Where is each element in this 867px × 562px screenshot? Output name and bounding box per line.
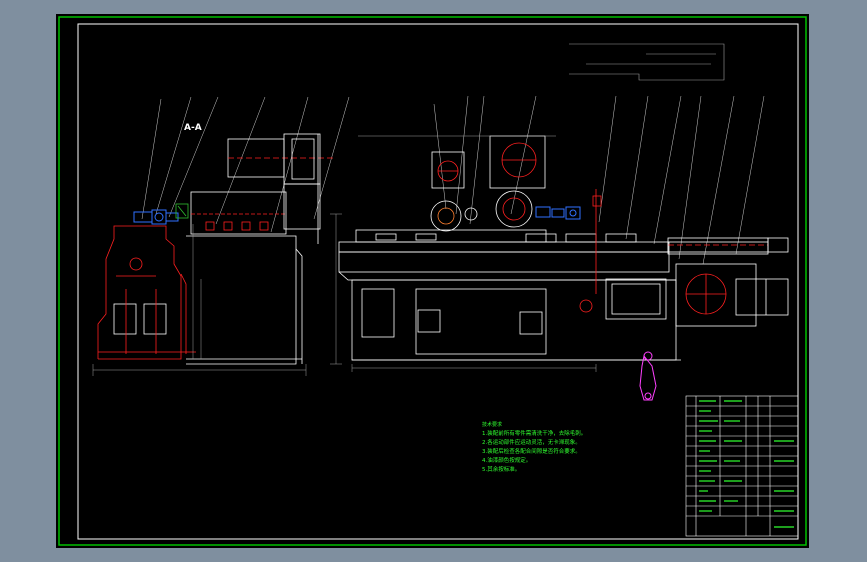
gearbox-right xyxy=(675,263,757,327)
assembly-drawing: A-A 技术要求 1.装配前所有零件需清洗干净，去除毛刺。 2.各运动部件应运动… xyxy=(58,16,807,546)
control-panel xyxy=(605,278,667,320)
right-leader-lines xyxy=(433,95,765,265)
column-base xyxy=(97,225,196,360)
note-title: 技术要求 xyxy=(482,421,502,428)
motor-gearbox xyxy=(283,133,321,185)
note-line-3: 3.装配后检查各配合间隙是否符合要求。 xyxy=(482,447,581,455)
pedestal xyxy=(186,235,297,365)
right-feed-unit xyxy=(535,206,581,220)
headstock-housing xyxy=(190,191,287,235)
handwheel xyxy=(639,351,657,401)
note-line-4: 4.油漆颜色按规定。 xyxy=(482,456,531,464)
wheelhead-right xyxy=(489,135,546,189)
machine-bed xyxy=(338,251,670,273)
note-line-5: 5.其余按标准。 xyxy=(482,465,520,473)
feed-unit xyxy=(133,209,179,225)
gear-right xyxy=(495,190,533,228)
section-view-a-a xyxy=(92,96,350,376)
note-line-1: 1.装配前所有零件需清洗干净，去除毛刺。 xyxy=(482,429,586,437)
housing-bolts xyxy=(205,221,269,231)
work-table xyxy=(338,241,670,253)
technical-notes: 技术要求 1.装配前所有零件需清洗干净，去除毛刺。 2.各运动部件应运动灵活，无… xyxy=(482,421,586,473)
feed-motor xyxy=(735,278,789,316)
left-dimensions xyxy=(92,224,307,376)
cad-viewport[interactable]: A-A 技术要求 1.装配前所有零件需清洗干净，去除毛刺。 2.各运动部件应运动… xyxy=(56,14,809,548)
section-label: A-A xyxy=(184,123,202,133)
gear-left xyxy=(430,200,462,232)
title-block xyxy=(685,395,799,537)
note-line-2: 2.各运动部件应运动灵活，无卡滞现象。 xyxy=(482,438,581,446)
front-view xyxy=(330,95,789,401)
bed-base xyxy=(351,279,677,361)
detail-sketch xyxy=(569,43,725,81)
